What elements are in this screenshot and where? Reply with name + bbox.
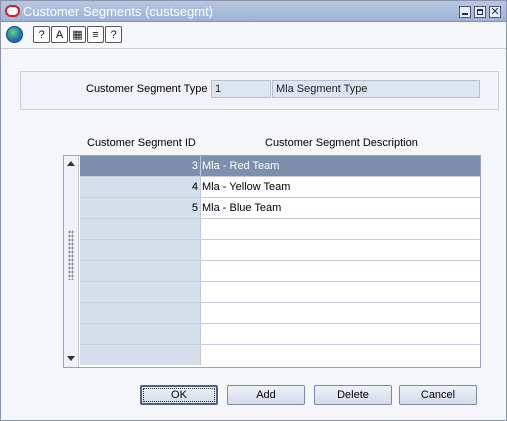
scroll-up-icon[interactable] — [67, 161, 75, 166]
add-button[interactable]: Add — [227, 385, 305, 405]
grid-scrollbar[interactable] — [64, 156, 79, 367]
ok-button[interactable]: OK — [140, 385, 218, 405]
customer-segments-window: Customer Segments (custsegmt) ✕ ? A ▦ ≡ … — [0, 0, 507, 421]
question-icon[interactable]: ? — [105, 26, 122, 43]
segment-description-cell[interactable] — [201, 282, 480, 302]
table-row[interactable]: 5 Mla - Blue Team — [80, 198, 480, 219]
segment-id-cell[interactable] — [80, 303, 201, 323]
delete-button[interactable]: Delete — [314, 385, 392, 405]
segment-id-cell[interactable] — [80, 345, 201, 365]
table-row[interactable] — [80, 345, 480, 366]
table-row[interactable] — [80, 303, 480, 324]
segment-type-description-field[interactable]: Mla Segment Type — [272, 80, 480, 98]
scroll-grip-icon[interactable] — [68, 230, 74, 280]
table-row[interactable] — [80, 219, 480, 240]
segment-description-cell[interactable]: Mla - Yellow Team — [201, 177, 480, 197]
segment-description-cell[interactable] — [201, 261, 480, 281]
oracle-logo-icon — [5, 5, 20, 17]
help-icon[interactable]: ? — [33, 26, 50, 43]
column-header-segment-id[interactable]: Customer Segment ID — [87, 137, 196, 149]
table-row[interactable]: 4 Mla - Yellow Team — [80, 177, 480, 198]
table-row[interactable] — [80, 261, 480, 282]
minimize-icon[interactable] — [459, 6, 471, 18]
segment-description-cell[interactable]: Mla - Red Team — [201, 156, 480, 176]
segment-description-cell[interactable] — [201, 219, 480, 239]
toolbar: ? A ▦ ≡ ? — [1, 23, 506, 49]
maximize-icon[interactable] — [474, 6, 486, 18]
segment-id-cell[interactable]: 5 — [80, 198, 201, 218]
segment-type-label: Customer Segment Type — [86, 83, 208, 95]
segment-description-cell[interactable] — [201, 324, 480, 344]
segment-description-cell[interactable] — [201, 240, 480, 260]
table-row[interactable]: 3 Mla - Red Team — [80, 156, 480, 177]
segment-description-cell[interactable] — [201, 345, 480, 365]
globe-icon[interactable] — [6, 26, 23, 43]
segment-id-cell[interactable] — [80, 261, 201, 281]
segment-id-cell[interactable] — [80, 219, 201, 239]
segment-id-cell[interactable]: 4 — [80, 177, 201, 197]
segment-id-cell[interactable]: 3 — [80, 156, 201, 176]
segments-grid: 3 Mla - Red Team 4 Mla - Yellow Team 5 M… — [63, 155, 481, 368]
close-icon[interactable]: ✕ — [489, 6, 501, 18]
segment-id-cell[interactable] — [80, 240, 201, 260]
notes-icon[interactable]: ≡ — [87, 26, 104, 43]
spellcheck-icon[interactable]: A — [51, 26, 68, 43]
segment-id-cell[interactable] — [80, 324, 201, 344]
title-bar[interactable]: Customer Segments (custsegmt) ✕ — [1, 1, 506, 22]
table-row[interactable] — [80, 324, 480, 345]
segment-description-cell[interactable] — [201, 303, 480, 323]
calculator-icon[interactable]: ▦ — [69, 26, 86, 43]
table-row[interactable] — [80, 282, 480, 303]
segment-id-cell[interactable] — [80, 282, 201, 302]
segment-type-id-field[interactable]: 1 — [211, 80, 271, 98]
segment-description-cell[interactable]: Mla - Blue Team — [201, 198, 480, 218]
column-header-segment-description[interactable]: Customer Segment Description — [265, 137, 418, 149]
table-row[interactable] — [80, 240, 480, 261]
window-title: Customer Segments (custsegmt) — [23, 4, 214, 19]
scroll-down-icon[interactable] — [67, 356, 75, 361]
cancel-button[interactable]: Cancel — [399, 385, 477, 405]
